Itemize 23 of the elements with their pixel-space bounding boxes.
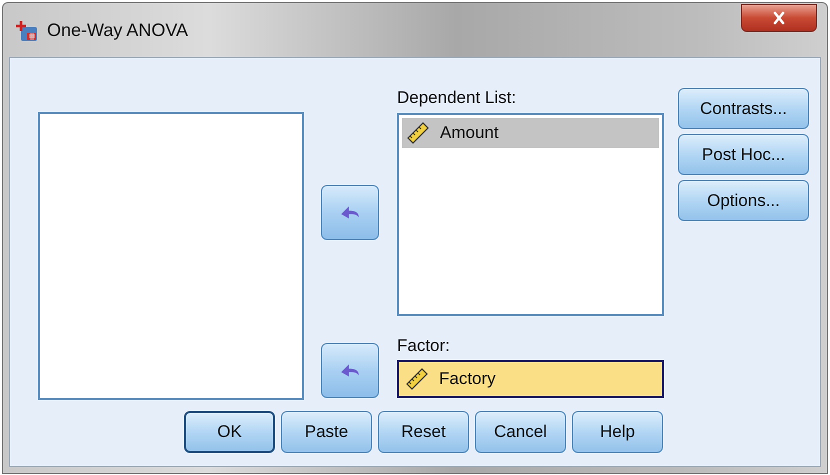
dialog-button[interactable]: Post Hoc...: [678, 134, 809, 175]
dependent-list-label: Dependent List:: [397, 88, 518, 109]
dialog-button[interactable]: Cancel: [475, 411, 566, 453]
move-button[interactable]: [321, 185, 379, 240]
table-icon: [15, 19, 39, 43]
dialog-button[interactable]: Reset: [378, 411, 469, 453]
window-title: One-Way ANOVA: [47, 20, 190, 41]
ruler-icon: [406, 121, 430, 145]
dialog-button[interactable]: Paste: [281, 411, 372, 453]
dialog-button[interactable]: OK: [184, 411, 275, 453]
dialog-button[interactable]: Options...: [678, 180, 809, 221]
move-button[interactable]: [321, 343, 379, 398]
dependent-list[interactable]: Amount: [397, 113, 664, 316]
ruler-icon: [405, 367, 429, 391]
variable-list[interactable]: [38, 112, 304, 400]
list-item[interactable]: Amount: [402, 118, 659, 148]
factor-label: Factor:: [397, 336, 451, 357]
dialog-button[interactable]: Help: [572, 411, 663, 453]
factor-field[interactable]: Factory: [397, 360, 664, 398]
dialog-button[interactable]: Contrasts...: [678, 88, 809, 129]
arrow-icon: [339, 362, 361, 380]
close-button[interactable]: [741, 4, 817, 32]
arrow-icon: [339, 204, 361, 222]
